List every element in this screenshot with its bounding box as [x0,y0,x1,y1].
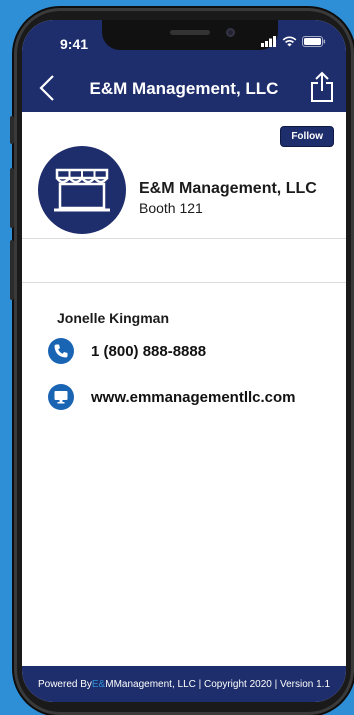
wifi-icon [282,36,297,47]
phone-row[interactable]: 1 (800) 888-8888 [48,338,206,364]
exhibitor-name: E&M Management, LLC [139,180,317,197]
booth-number: Booth 121 [139,200,203,216]
divider [22,282,346,283]
phone-screen: 9:41 E&M Management, LLC Follow E&M Mana… [22,20,346,702]
status-bar: 9:41 [22,20,346,64]
storefront-icon [54,168,110,212]
website-row[interactable]: www.emmanagementllc.com [48,384,296,410]
nav-bar: E&M Management, LLC [22,64,346,112]
camera [226,28,235,37]
mute-switch [10,116,14,144]
phone-icon [54,344,68,358]
status-time: 9:41 [60,36,89,52]
notch [102,20,278,50]
status-icons [261,36,326,47]
footer-prefix: Powered By [37,678,92,690]
volume-up-button [10,168,14,228]
phone-number[interactable]: 1 (800) 888-8888 [91,343,206,360]
footer-suffix: Management, LLC | Copyright 2020 | Versi… [113,678,331,690]
website-link[interactable]: www.emmanagementllc.com [91,389,296,406]
footer-brand-m: M [105,678,114,690]
footer-brand-e: E& [91,678,106,690]
volume-down-button [10,240,14,300]
exhibitor-avatar [38,146,126,234]
monitor-icon [54,391,68,404]
follow-button[interactable]: Follow [280,126,334,147]
speaker [170,30,210,35]
page-title: E&M Management, LLC [89,79,279,98]
battery-icon [302,36,326,47]
footer: Powered By E& M Management, LLC | Copyri… [22,666,346,702]
contact-person: Jonelle Kingman [57,310,170,326]
share-icon[interactable] [308,71,336,103]
monitor-icon-badge [48,384,74,410]
divider [22,238,346,239]
phone-icon-badge [48,338,74,364]
signal-icon [261,36,276,47]
